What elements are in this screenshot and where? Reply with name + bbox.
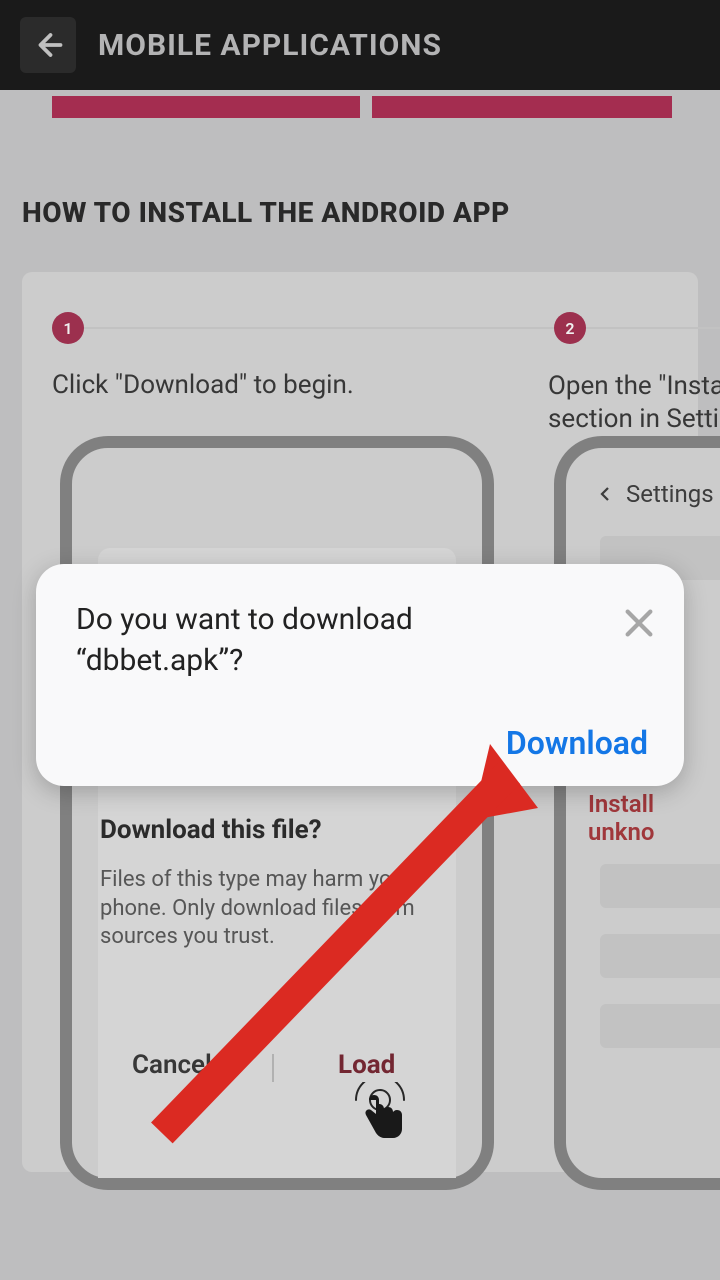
inner-dialog-cancel[interactable]: Cancel <box>132 1050 212 1080</box>
inner-dialog-divider <box>272 1054 274 1082</box>
modal-close-button[interactable] <box>622 606 656 640</box>
modal-download-button[interactable]: Download <box>506 724 648 762</box>
back-button[interactable] <box>20 17 76 73</box>
chevron-left-icon <box>596 485 614 503</box>
page-title: MOBILE APPLICATIONS <box>98 28 442 63</box>
inner-dialog-load[interactable]: Load <box>338 1050 395 1080</box>
app-bar: MOBILE APPLICATIONS <box>0 0 720 90</box>
install-unknown-label: Install unkno <box>588 790 720 846</box>
section-heading: HOW TO INSTALL THE ANDROID APP <box>22 196 510 229</box>
step-connector <box>84 327 720 329</box>
close-icon <box>622 606 656 640</box>
settings-row[interactable]: Settings <box>596 480 714 508</box>
step-badge-2: 2 <box>554 312 586 344</box>
step-2-text: Open the "Insta section in Setti <box>548 370 720 435</box>
inner-dialog-title: Download this file? <box>100 815 322 845</box>
step-badge-1: 1 <box>52 312 84 344</box>
inner-dialog-body: Files of this type may harm your phone. … <box>100 866 420 952</box>
download-modal: Do you want to download “dbbet.apk”? Dow… <box>36 564 684 786</box>
settings-list-item <box>600 1004 720 1048</box>
step-1-text: Click "Download" to begin. <box>52 370 354 400</box>
modal-message: Do you want to download “dbbet.apk”? <box>76 600 576 681</box>
phone-mock-step-1 <box>60 436 494 1190</box>
cta-button-2[interactable] <box>372 96 672 118</box>
cta-button-1[interactable] <box>52 96 360 118</box>
tap-indicator-icon <box>350 1082 410 1146</box>
arrow-left-icon <box>33 30 63 60</box>
settings-label: Settings <box>626 480 714 508</box>
settings-list-item <box>600 864 720 908</box>
settings-list-item <box>600 934 720 978</box>
